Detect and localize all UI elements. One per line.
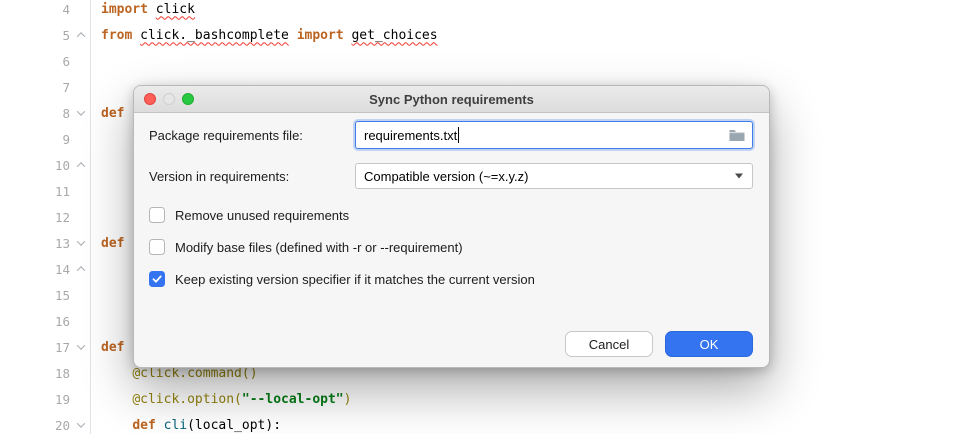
checkbox-row: Keep existing version specifier if it ma… [149, 269, 753, 289]
line-number: 5 [0, 28, 70, 43]
code-text: from click._bashcomplete import get_choi… [91, 28, 438, 43]
line-number: 8 [0, 106, 70, 121]
cancel-button[interactable]: Cancel [565, 331, 653, 357]
requirements-file-label: Package requirements file: [149, 128, 355, 143]
sync-requirements-dialog: Sync Python requirements Package require… [133, 85, 770, 368]
checkbox-row: Modify base files (defined with -r or --… [149, 237, 753, 257]
line-number: 6 [0, 54, 70, 69]
line-number: 18 [0, 366, 70, 381]
zoom-button[interactable] [182, 93, 194, 105]
button-row: Cancel OK [149, 331, 753, 357]
version-spec-label: Version in requirements: [149, 169, 355, 184]
text-caret [458, 127, 459, 143]
code-line[interactable]: 20 def cli(local_opt): [0, 412, 960, 434]
checkbox-0-unchecked[interactable] [149, 207, 165, 223]
traffic-lights [144, 86, 194, 112]
code-line[interactable]: 5 from click._bashcomplete import get_cho… [0, 22, 960, 48]
fold-start-icon[interactable] [70, 110, 91, 116]
requirements-file-value: requirements.txt [364, 128, 457, 143]
line-number: 15 [0, 288, 70, 303]
chevron-down-icon [735, 174, 743, 179]
checkbox-group: Remove unused requirements Modify base fi… [149, 205, 753, 289]
code-text: import click [91, 2, 195, 17]
fold-end-icon[interactable] [70, 266, 91, 272]
checkbox-label[interactable]: Keep existing version specifier if it ma… [175, 272, 535, 287]
checkbox-1-unchecked[interactable] [149, 239, 165, 255]
line-number: 20 [0, 418, 70, 433]
fold-end-icon[interactable] [70, 32, 91, 38]
checkbox-label[interactable]: Modify base files (defined with -r or --… [175, 240, 463, 255]
checkbox-row: Remove unused requirements [149, 205, 753, 225]
line-number: 7 [0, 80, 70, 95]
browse-folder-icon[interactable] [729, 129, 745, 142]
checkbox-label[interactable]: Remove unused requirements [175, 208, 349, 223]
dialog-title: Sync Python requirements [134, 92, 769, 107]
ok-button[interactable]: OK [665, 331, 753, 357]
line-number: 12 [0, 210, 70, 225]
requirements-file-row: Package requirements file: requirements.… [149, 121, 753, 149]
code-text: @click.option("--local-opt") [91, 392, 351, 407]
line-number: 14 [0, 262, 70, 277]
close-button[interactable] [144, 93, 156, 105]
code-line[interactable]: 4 import click [0, 0, 960, 22]
fold-start-icon[interactable] [70, 240, 91, 246]
line-number: 19 [0, 392, 70, 407]
line-number: 17 [0, 340, 70, 355]
line-number: 10 [0, 158, 70, 173]
version-spec-dropdown[interactable]: Compatible version (~=x.y.z) [355, 163, 753, 189]
code-line[interactable]: 19 @click.option("--local-opt") [0, 386, 960, 412]
fold-start-icon[interactable] [70, 344, 91, 350]
line-number: 16 [0, 314, 70, 329]
line-number: 9 [0, 132, 70, 147]
gutter-separator [90, 0, 91, 434]
line-number: 13 [0, 236, 70, 251]
minimize-button [163, 93, 175, 105]
requirements-file-input[interactable]: requirements.txt [355, 121, 753, 149]
pycharm-window: 4 import click 5 from click._bashcomplete i… [0, 0, 960, 434]
line-number: 11 [0, 184, 70, 199]
code-line[interactable]: 6 [0, 48, 960, 74]
fold-start-icon[interactable] [70, 422, 91, 428]
dialog-body: Package requirements file: requirements.… [134, 113, 769, 367]
dialog-titlebar[interactable]: Sync Python requirements [134, 86, 769, 113]
fold-end-icon[interactable] [70, 162, 91, 168]
line-number: 4 [0, 2, 70, 17]
code-text: def cli(local_opt): [91, 418, 281, 433]
checkbox-2-checked[interactable] [149, 271, 165, 287]
version-spec-value: Compatible version (~=x.y.z) [364, 169, 529, 184]
version-spec-row: Version in requirements: Compatible vers… [149, 163, 753, 189]
